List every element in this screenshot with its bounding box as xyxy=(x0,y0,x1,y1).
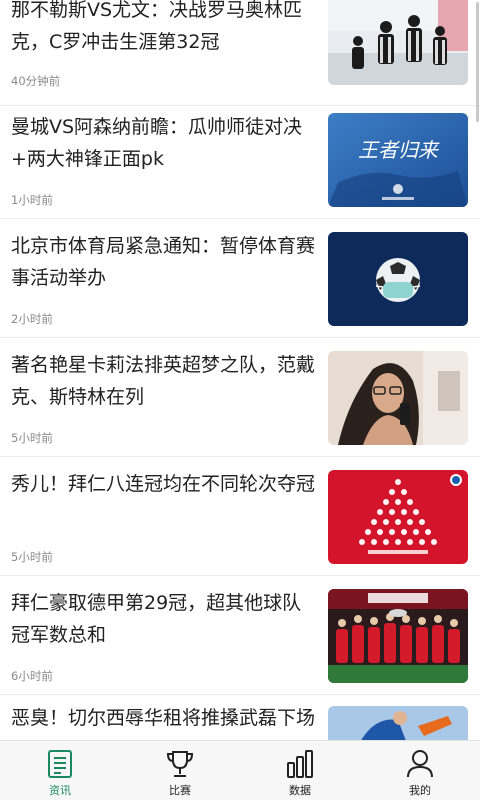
news-title: 那不勒斯VS尤文：决战罗马奥林匹克，C罗冲击生涯第32冠 xyxy=(11,0,303,53)
tab-news[interactable]: 资讯 xyxy=(0,741,120,800)
news-thumbnail-bayern-pyramid xyxy=(328,470,468,564)
news-thumbnail-tackle xyxy=(328,706,468,740)
news-time: 40分钟前 xyxy=(11,74,61,88)
tab-data[interactable]: 数据 xyxy=(240,741,360,800)
news-item[interactable]: 曼城VS阿森纳前瞻：瓜帅师徒对决+两大神锋正面pk 1小时前 王者归来 xyxy=(0,101,480,219)
poster-text: 王者归来 xyxy=(358,138,440,162)
tab-label: 资讯 xyxy=(49,784,71,797)
tab-profile[interactable]: 我的 xyxy=(360,741,480,800)
news-item[interactable]: 北京市体育局紧急通知：暂停体育赛事活动举办 2小时前 xyxy=(0,220,480,338)
news-item[interactable]: 拜仁豪取德甲第29冠，超其他球队冠军数总和 6小时前 xyxy=(0,577,480,695)
news-feed[interactable]: 那不勒斯VS尤文：决战罗马奥林匹克，C罗冲击生涯第32冠 40分钟前 曼城VS阿… xyxy=(0,0,480,740)
news-time: 1小时前 xyxy=(11,193,53,207)
news-title: 秀儿！拜仁八连冠均在不同轮次夺冠 xyxy=(11,473,316,495)
tab-matches[interactable]: 比赛 xyxy=(120,741,240,800)
news-thumbnail-bayern-trophy xyxy=(328,589,468,683)
news-title: 著名艳星卡莉法排英超梦之队，范戴克、斯特林在列 xyxy=(11,354,316,408)
news-item[interactable]: 秀儿！拜仁八连冠均在不同轮次夺冠 5小时前 xyxy=(0,458,480,576)
news-title: 拜仁豪取德甲第29冠，超其他球队冠军数总和 xyxy=(11,592,302,646)
news-thumbnail-juventus xyxy=(328,0,468,85)
news-time: 5小时前 xyxy=(11,550,53,564)
news-title: 北京市体育局紧急通知：暂停体育赛事活动举办 xyxy=(11,235,316,289)
news-item[interactable]: 那不勒斯VS尤文：决战罗马奥林匹克，C罗冲击生涯第32冠 40分钟前 xyxy=(0,0,480,106)
news-time: 2小时前 xyxy=(11,312,53,326)
tab-label: 比赛 xyxy=(169,784,191,797)
news-title: 曼城VS阿森纳前瞻：瓜帅师徒对决+两大神锋正面pk xyxy=(11,116,303,170)
news-thumbnail-masked-ball xyxy=(328,232,468,326)
news-time: 5小时前 xyxy=(11,431,53,445)
trophy-icon xyxy=(166,749,194,779)
scrollbar[interactable] xyxy=(476,2,479,122)
news-thumbnail-city-poster: 王者归来 xyxy=(328,113,468,207)
news-thumbnail-portrait xyxy=(328,351,468,445)
tab-label: 数据 xyxy=(289,784,311,797)
news-title: 恶臭！切尔西辱华租将推搡武磊下场 xyxy=(11,707,316,729)
tab-label: 我的 xyxy=(409,784,431,797)
bottom-tab-bar: 资讯 比赛 数据 我的 xyxy=(0,740,480,800)
news-document-icon xyxy=(46,749,74,779)
news-time: 6小时前 xyxy=(11,669,53,683)
bar-chart-icon xyxy=(286,749,314,779)
news-item[interactable]: 恶臭！切尔西辱华租将推搡武磊下场 xyxy=(0,696,480,740)
news-item[interactable]: 著名艳星卡莉法排英超梦之队，范戴克、斯特林在列 5小时前 xyxy=(0,339,480,457)
user-icon xyxy=(406,749,434,779)
